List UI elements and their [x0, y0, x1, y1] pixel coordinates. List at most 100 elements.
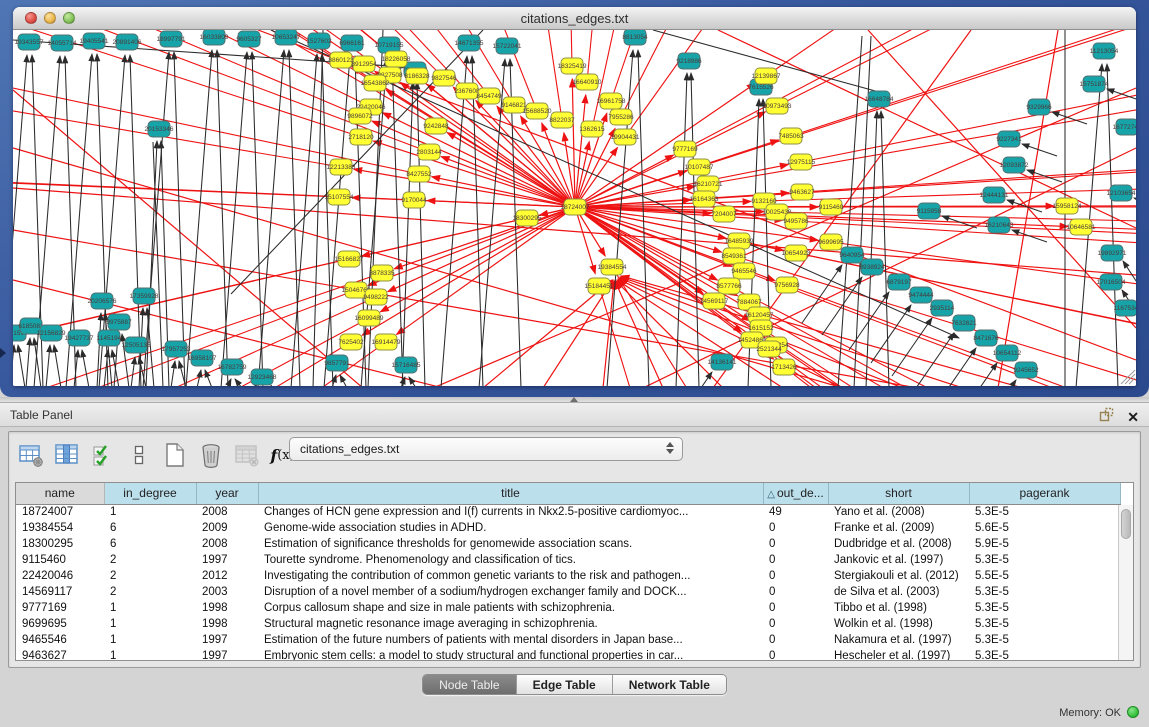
graph-node[interactable]: 9242848 [423, 118, 449, 134]
graph-node[interactable]: 19892971 [1098, 245, 1127, 261]
create-table-button[interactable] [161, 442, 188, 469]
graph-node[interactable]: 2521344 [756, 341, 782, 357]
graph-node[interactable]: 9474444 [908, 287, 934, 303]
graph-node[interactable]: 12139867 [752, 68, 781, 84]
graph-node[interactable]: 16958107 [188, 350, 217, 366]
graph-node[interactable]: 16961758 [597, 93, 626, 109]
network-file-select[interactable]: citations_edges.txt [289, 437, 683, 461]
graph-node[interactable]: 12975115 [787, 154, 816, 170]
graph-node[interactable]: 1362615 [579, 121, 605, 137]
graph-node[interactable]: 10973493 [763, 98, 792, 114]
graph-node[interactable]: 1713426 [771, 359, 797, 375]
graph-node[interactable]: 12156829 [37, 325, 66, 341]
graph-node[interactable]: 19384554 [598, 259, 627, 275]
column-header-in_degree[interactable]: in_degree [104, 483, 196, 504]
table-row[interactable]: 946554611997Estimation of the future num… [16, 632, 1120, 648]
graph-node[interactable]: 17359928 [130, 288, 159, 304]
graph-node[interactable]: 19427737 [65, 330, 94, 346]
graph-node[interactable]: 16164363 [690, 191, 719, 207]
float-window-icon[interactable] [1099, 407, 1114, 427]
graph-node[interactable]: 10653247 [272, 30, 301, 45]
graph-node[interactable]: 14569117 [700, 293, 729, 309]
close-button[interactable] [25, 12, 37, 24]
graph-node[interactable]: 18300295 [513, 210, 542, 226]
graph-node[interactable]: 9170044 [401, 192, 427, 208]
node-table-grid[interactable]: namein_degreeyeartitle△out_de...shortpag… [16, 483, 1121, 661]
table-row[interactable]: 911546021997Tourette syndrome. Phenomeno… [16, 552, 1120, 568]
graph-node[interactable]: 10654112 [993, 345, 1022, 361]
graph-node[interactable]: 2803144 [416, 144, 442, 160]
graph-node[interactable]: 14136141 [708, 354, 737, 370]
delete-table-button[interactable] [197, 442, 224, 469]
table-row[interactable]: 977716911998Corpus callosum shape and si… [16, 600, 1120, 616]
graph-node[interactable]: 19904431 [611, 129, 640, 145]
table-scrollbar-thumb[interactable] [1121, 509, 1131, 539]
graph-node[interactable]: 18325419 [558, 58, 587, 74]
graph-node[interactable]: 7955286 [608, 109, 634, 125]
graph-node[interactable]: 10654923 [782, 245, 811, 261]
graph-node[interactable]: 8471676 [973, 330, 999, 346]
hidden-panel-handle-icon[interactable] [0, 348, 6, 358]
graph-node[interactable]: 19405541 [80, 33, 109, 49]
graph-node[interactable]: 12923468 [248, 369, 277, 385]
graph-node[interactable]: 9699695 [818, 234, 844, 250]
graph-node[interactable]: 15184451 [585, 278, 614, 294]
graph-node[interactable]: 14671355 [455, 35, 484, 51]
zoom-button[interactable] [63, 12, 75, 24]
graph-node[interactable]: 16543862 [361, 75, 390, 91]
graph-node[interactable]: 7485063 [778, 128, 804, 144]
graph-node[interactable]: 10107487 [685, 159, 714, 175]
column-header-title[interactable]: title [258, 483, 763, 504]
table-row[interactable]: 1938455462009Genome-wide association stu… [16, 520, 1120, 536]
graph-node[interactable]: 9115460 [819, 199, 844, 215]
graph-node[interactable]: 9896072 [347, 108, 373, 124]
graph-node[interactable]: 16033809 [200, 30, 229, 45]
graph-node[interactable]: 16648784 [865, 91, 894, 107]
graph-node[interactable]: 8427552 [406, 166, 432, 182]
graph-node[interactable]: 12444131 [980, 187, 1009, 203]
tab-edge-table[interactable]: Edge Table [517, 675, 613, 694]
graph-node[interactable]: 8549361 [721, 248, 747, 264]
graph-node[interactable]: 6966161 [339, 35, 365, 51]
graph-node[interactable]: 16210721 [694, 176, 723, 192]
graph-node[interactable]: 19343557 [15, 34, 44, 50]
graph-node[interactable]: 2935114 [930, 300, 955, 316]
graph-node[interactable]: 15166827 [335, 251, 364, 267]
table-row[interactable]: 969969511998Structural magnetic resonanc… [16, 616, 1120, 632]
graph-node[interactable]: 14055714 [48, 35, 77, 51]
network-graph[interactable]: 1934355714055714194055412089140618997791… [13, 30, 1136, 386]
table-row[interactable]: 1456911722003Disruption of a novel membe… [16, 584, 1120, 600]
graph-node[interactable]: 12093872 [1000, 157, 1029, 173]
graph-node[interactable]: 8822037 [549, 112, 575, 128]
table-row[interactable]: 946362711997Embryonic stem cells: a mode… [16, 648, 1120, 661]
graph-node[interactable]: 2718120 [348, 129, 374, 145]
graph-node[interactable]: 9245652 [1013, 362, 1039, 378]
column-header-year[interactable]: year [196, 483, 258, 504]
graph-node[interactable]: 6879197 [886, 274, 912, 290]
graph-node[interactable]: 9857791 [324, 355, 350, 371]
table-row[interactable]: 2242004622012Investigating the contribut… [16, 568, 1120, 584]
graph-node[interactable]: 9498222 [363, 289, 389, 305]
graph-node[interactable]: 15107554 [325, 189, 354, 205]
graph-node[interactable]: 7204007 [711, 206, 737, 222]
graph-node[interactable]: 18226058 [382, 51, 411, 67]
graph-node[interactable]: 9605327 [236, 31, 262, 47]
graph-node[interactable]: 18997791 [157, 31, 186, 47]
graph-node[interactable]: 8577766 [716, 278, 742, 294]
column-header-out_de[interactable]: △out_de... [763, 483, 828, 504]
graph-node[interactable]: 16640910 [573, 74, 602, 90]
graph-node[interactable]: 17957253 [162, 341, 191, 357]
graph-node[interactable]: 16914479 [372, 334, 401, 350]
graph-node[interactable]: 9640954 [839, 247, 865, 263]
graph-node[interactable]: 1145194 [97, 330, 122, 346]
graph-node[interactable]: 18724007 [561, 199, 590, 215]
graph-node[interactable]: 16782759 [218, 359, 247, 375]
table-scrollbar[interactable] [1118, 505, 1133, 660]
graph-node[interactable]: 16099489 [355, 310, 384, 326]
column-visibility-button[interactable] [53, 442, 80, 469]
graph-node[interactable]: 17016504 [1097, 274, 1126, 290]
graph-node[interactable]: 12505135 [122, 337, 151, 353]
graph-node[interactable]: 1527602 [306, 33, 332, 49]
graph-node[interactable]: 9463627 [789, 184, 815, 200]
graph-node[interactable]: 8186328 [404, 68, 430, 84]
